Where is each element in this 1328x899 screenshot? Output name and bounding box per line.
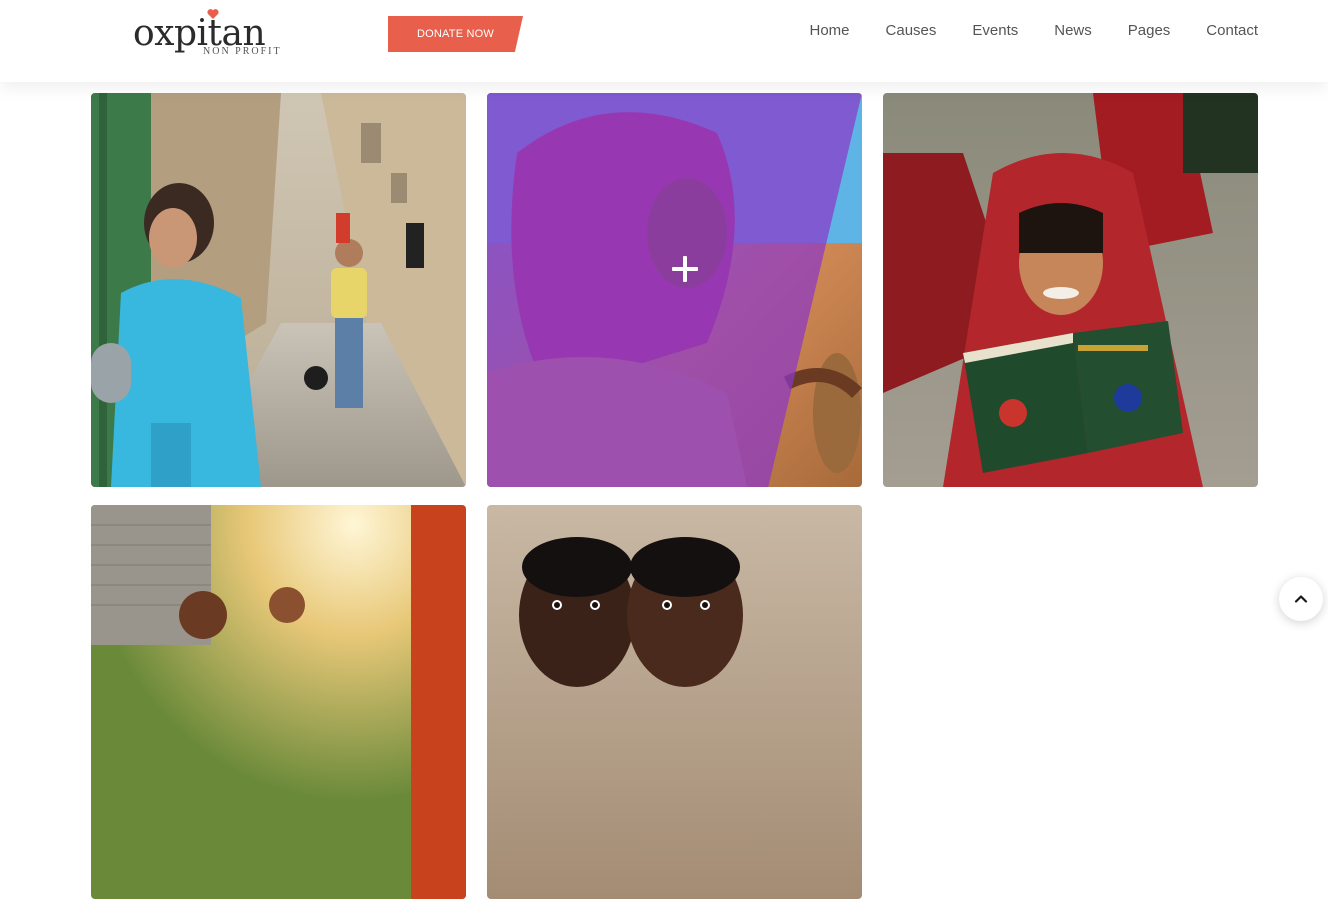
photo-children-sunlight <box>91 505 466 899</box>
main-nav: Home Causes Events News Pages Contact <box>810 22 1259 39</box>
scroll-top-button[interactable] <box>1279 577 1323 621</box>
site-header: oxpitan NON PROFIT DONATE NOW Home Cause… <box>0 0 1328 82</box>
nav-item-news[interactable]: News <box>1054 22 1092 39</box>
gallery-item-5[interactable] <box>487 505 862 899</box>
gallery-item-3[interactable] <box>883 93 1258 487</box>
photo-monk-reading <box>883 93 1258 487</box>
photo-two-boys <box>487 505 862 899</box>
site-logo[interactable]: oxpitan NON PROFIT <box>133 8 293 60</box>
nav-item-home[interactable]: Home <box>810 22 850 39</box>
nav-item-contact[interactable]: Contact <box>1206 22 1258 39</box>
chevron-up-icon <box>1294 595 1308 603</box>
nav-item-events[interactable]: Events <box>972 22 1018 39</box>
nav-item-causes[interactable]: Causes <box>886 22 937 39</box>
photo-girl-street <box>91 93 466 487</box>
logo-tagline: NON PROFIT <box>203 46 282 57</box>
nav-item-pages[interactable]: Pages <box>1128 22 1171 39</box>
donate-button[interactable]: DONATE NOW <box>388 16 523 52</box>
plus-icon[interactable] <box>672 256 698 282</box>
gallery-item-2[interactable] <box>487 93 862 487</box>
gallery-item-1[interactable] <box>91 93 466 487</box>
gallery-item-4[interactable] <box>91 505 466 899</box>
